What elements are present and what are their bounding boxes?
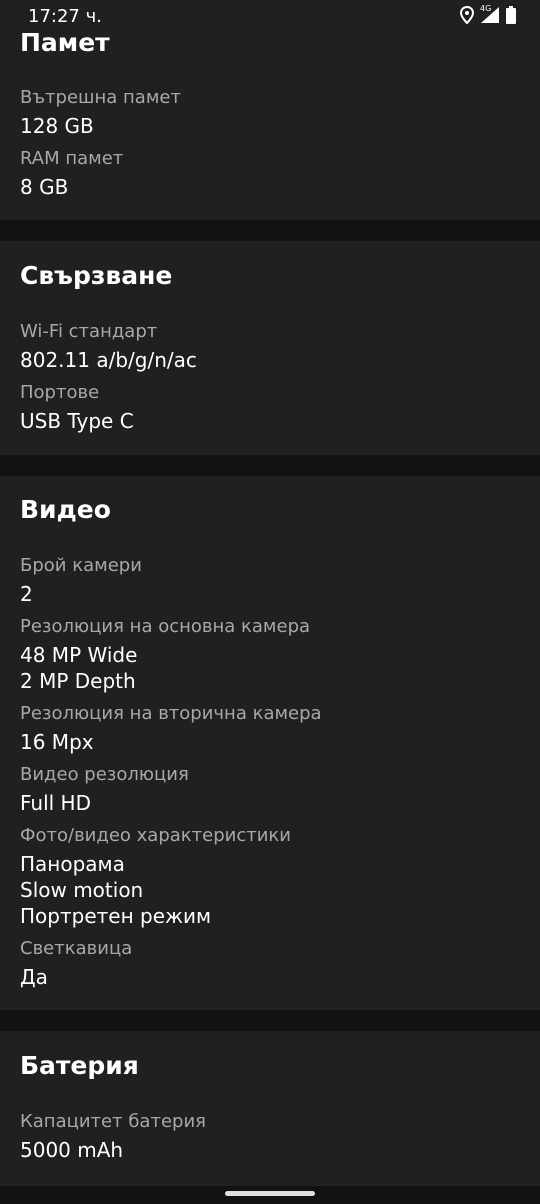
connectivity-card: Свързване Wi-Fi стандарт 802.11 a/b/g/n/… — [0, 241, 540, 455]
section-title-connectivity: Свързване — [20, 261, 173, 290]
secondary-camera-resolution-value: 16 Mpx — [20, 730, 94, 754]
status-bar: 17:27 ч. 4G — [0, 0, 540, 32]
ram-label: RAM памет — [20, 148, 124, 169]
video-resolution-label: Видео резолюция — [20, 764, 189, 785]
main-camera-resolution-values: 48 MP Wide 2 MP Depth — [20, 642, 137, 694]
battery-icon — [506, 6, 516, 28]
battery-card: Батерия Капацитет батерия 5000 mAh — [0, 1031, 540, 1186]
memory-card: Памет Вътрешна памет 128 GB RAM памет 8 … — [0, 0, 540, 220]
feature-item: Slow motion — [20, 878, 144, 902]
camera-count-value: 2 — [20, 582, 33, 606]
feature-item: Панорама — [20, 852, 125, 876]
main-camera-resolution-label: Резолюция на основна камера — [20, 616, 311, 637]
ports-value: USB Type C — [20, 409, 134, 433]
photo-video-features-values: Панорама Slow motion Портретен режим — [20, 851, 211, 929]
status-icons: 4G — [459, 4, 516, 28]
internal-memory-label: Вътрешна памет — [20, 87, 181, 108]
main-camera-resolution-item: 2 MP Depth — [20, 669, 136, 693]
internal-memory-value: 128 GB — [20, 114, 94, 138]
gesture-nav-handle[interactable] — [225, 1191, 315, 1196]
cellular-signal-icon: 4G — [480, 4, 500, 28]
wifi-standard-label: Wi-Fi стандарт — [20, 321, 158, 342]
ram-value: 8 GB — [20, 175, 69, 199]
video-resolution-value: Full HD — [20, 791, 91, 815]
battery-capacity-label: Капацитет батерия — [20, 1111, 206, 1132]
location-icon — [459, 5, 475, 28]
camera-count-label: Брой камери — [20, 555, 142, 576]
ports-label: Портове — [20, 382, 100, 403]
secondary-camera-resolution-label: Резолюция на вторична камера — [20, 703, 322, 724]
network-type-label: 4G — [480, 4, 492, 13]
battery-capacity-value: 5000 mAh — [20, 1138, 124, 1162]
status-time: 17:27 ч. — [28, 6, 102, 27]
section-title-memory: Памет — [20, 28, 110, 57]
main-camera-resolution-item: 48 MP Wide — [20, 643, 138, 667]
feature-item: Портретен режим — [20, 904, 212, 928]
flash-value: Да — [20, 965, 48, 989]
flash-label: Светкавица — [20, 938, 133, 959]
section-title-video: Видео — [20, 495, 111, 524]
section-title-battery: Батерия — [20, 1051, 139, 1080]
video-card: Видео Брой камери 2 Резолюция на основна… — [0, 476, 540, 1010]
wifi-standard-value: 802.11 a/b/g/n/ac — [20, 348, 197, 372]
photo-video-features-label: Фото/видео характеристики — [20, 825, 291, 846]
